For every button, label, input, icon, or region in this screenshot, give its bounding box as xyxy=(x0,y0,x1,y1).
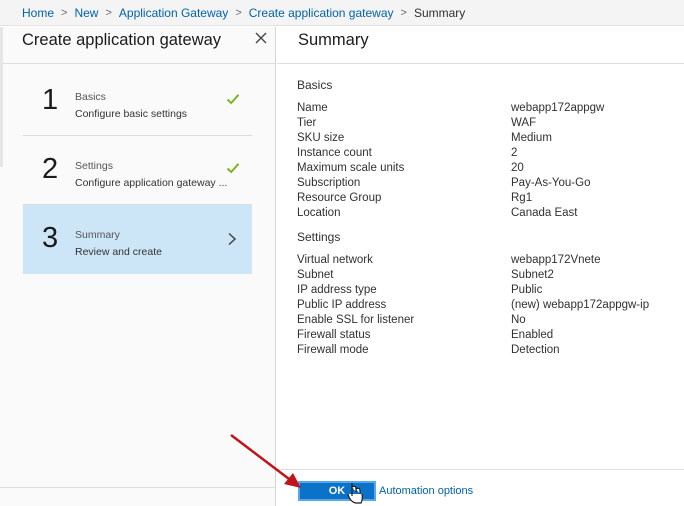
summary-value: Detection xyxy=(511,344,560,356)
step-subtitle: Configure application gateway ... xyxy=(75,177,228,189)
breadcrumb-separator-icon: > xyxy=(400,6,407,19)
ok-button[interactable]: OK xyxy=(298,481,376,501)
breadcrumb: Home > New > Application Gateway > Creat… xyxy=(0,0,684,26)
step-subtitle: Configure basic settings xyxy=(75,108,188,120)
close-icon[interactable] xyxy=(252,31,270,49)
step-title: Summary xyxy=(75,229,120,241)
automation-options-link[interactable]: Automation options xyxy=(379,485,473,497)
summary-label: Public IP address xyxy=(297,299,387,311)
breadcrumb-separator-icon: > xyxy=(235,6,242,19)
breadcrumb-separator-icon: > xyxy=(105,6,112,19)
summary-value: 20 xyxy=(511,162,524,174)
wizard-step-basics[interactable]: 1 Basics Configure basic settings xyxy=(23,67,252,136)
summary-label: Instance count xyxy=(297,147,372,159)
summary-value: No xyxy=(511,314,526,326)
wizard-step-settings[interactable]: 2 Settings Configure application gateway… xyxy=(23,136,252,205)
breadcrumb-summary: Summary xyxy=(413,5,466,20)
summary-label: Name xyxy=(297,102,328,114)
summary-label: Subscription xyxy=(297,177,361,189)
breadcrumb-create-application-gateway[interactable]: Create application gateway xyxy=(249,6,394,20)
blade-title: Create application gateway xyxy=(22,31,222,49)
breadcrumb-separator-icon: > xyxy=(61,6,68,19)
chevron-right-icon xyxy=(228,232,237,246)
summary-value: 2 xyxy=(511,147,518,159)
summary-label: Virtual network xyxy=(297,254,373,266)
step-number: 2 xyxy=(42,153,59,185)
summary-value: Enabled xyxy=(511,329,554,341)
checkmark-icon xyxy=(226,163,240,174)
summary-label: Enable SSL for listener xyxy=(297,314,415,326)
summary-label: Subnet xyxy=(297,269,334,281)
summary-label: Resource Group xyxy=(297,192,382,204)
summary-label: Location xyxy=(297,207,341,219)
summary-blade: Summary Basics Name webapp172appgw Tier … xyxy=(277,27,684,506)
create-wizard-blade: Create application gateway 1 Basics Conf… xyxy=(0,27,276,506)
summary-label: Firewall status xyxy=(297,329,371,341)
wizard-step-summary[interactable]: 3 Summary Review and create xyxy=(23,205,252,274)
summary-label: Tier xyxy=(297,117,317,129)
summary-title: Summary xyxy=(298,31,369,49)
summary-value: (new) webapp172appgw-ip xyxy=(511,299,650,311)
divider xyxy=(0,63,275,64)
step-title: Basics xyxy=(75,91,106,103)
summary-label: Maximum scale units xyxy=(297,162,405,174)
breadcrumb-application-gateway[interactable]: Application Gateway xyxy=(119,6,228,20)
summary-value: Canada East xyxy=(511,207,578,219)
breadcrumb-home[interactable]: Home xyxy=(22,6,54,20)
summary-value: WAF xyxy=(511,117,537,129)
step-title: Settings xyxy=(75,160,113,172)
divider xyxy=(277,63,684,64)
summary-value: Rg1 xyxy=(511,192,533,204)
summary-value: Pay-As-You-Go xyxy=(511,177,591,189)
portal-edge xyxy=(0,27,3,167)
divider xyxy=(0,487,275,488)
close-icon-glyph xyxy=(255,32,267,44)
section-header-basics: Basics xyxy=(297,78,333,92)
summary-value: Public xyxy=(511,284,543,296)
breadcrumb-new[interactable]: New xyxy=(74,6,98,20)
summary-label: IP address type xyxy=(297,284,377,296)
divider xyxy=(277,469,684,470)
summary-label: SKU size xyxy=(297,132,345,144)
summary-value: Medium xyxy=(511,132,552,144)
step-number: 3 xyxy=(42,222,59,254)
checkmark-icon xyxy=(226,94,240,105)
section-header-settings: Settings xyxy=(297,230,341,244)
summary-value: webapp172appgw xyxy=(511,102,605,114)
summary-value: Subnet2 xyxy=(511,269,554,281)
summary-value: webapp172Vnete xyxy=(511,254,601,266)
step-subtitle: Review and create xyxy=(75,246,162,258)
step-number: 1 xyxy=(42,84,59,116)
summary-label: Firewall mode xyxy=(297,344,369,356)
